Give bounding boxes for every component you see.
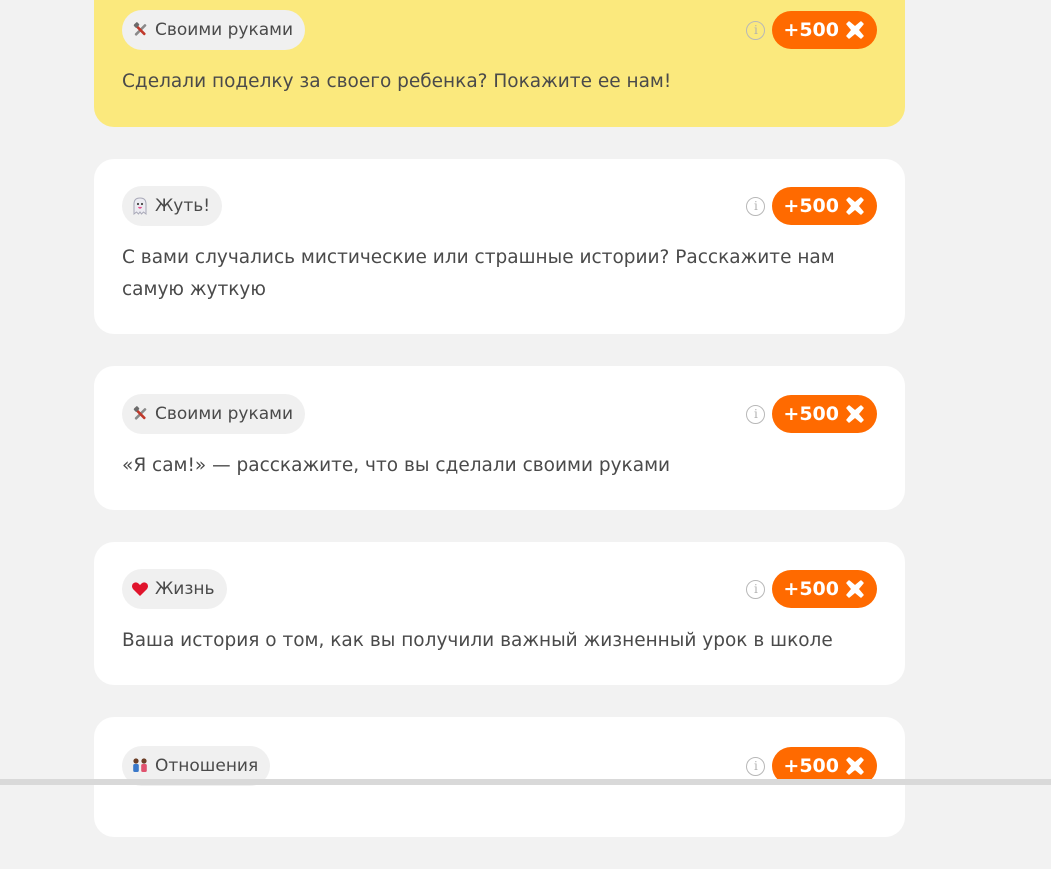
horizontal-scrollbar[interactable] [0, 779, 1051, 785]
reward-label: +500 [783, 578, 839, 600]
card-header: Жизнь i +500 [122, 569, 877, 609]
card-header: Своими руками i +500 [122, 10, 877, 50]
reward-button[interactable]: +500 [772, 187, 877, 225]
topic-card[interactable]: Отношения i +500 [94, 717, 905, 837]
reward-label: +500 [783, 195, 839, 217]
card-actions: i +500 [746, 395, 877, 433]
info-icon[interactable]: i [746, 196, 766, 216]
couple-icon [131, 757, 149, 775]
topic-tag[interactable]: Жуть! [122, 186, 223, 226]
topic-tag-label: Своими руками [155, 19, 294, 40]
reward-button[interactable]: +500 [772, 570, 877, 608]
reward-button[interactable]: +500 [772, 395, 877, 433]
card-header: Жуть! i +500 [122, 186, 877, 226]
topic-tag-label: Жуть! [155, 195, 211, 216]
info-icon[interactable]: i [746, 20, 766, 40]
topic-tag[interactable]: Своими руками [122, 10, 306, 50]
tools-icon [131, 405, 149, 423]
card-actions: i +500 [746, 11, 877, 49]
topics-feed: Своими руками i +500 Сделали поделку за … [94, 0, 905, 869]
topic-prompt: Ваша история о том, как вы получили важн… [122, 630, 833, 651]
info-icon[interactable]: i [746, 579, 766, 599]
topic-tag[interactable]: Своими руками [122, 394, 306, 434]
cross-badge-icon [845, 196, 865, 216]
topic-prompt: Сделали поделку за своего ребенка? Покаж… [122, 71, 672, 92]
ghost-icon [131, 197, 149, 215]
topic-prompt: «Я сам!» — расскажите, что вы сделали св… [122, 455, 671, 476]
cross-badge-icon [845, 404, 865, 424]
topic-card[interactable]: Своими руками i +500 «Я сам!» — расскажи… [94, 366, 905, 510]
topic-tag-label: Жизнь [155, 578, 215, 599]
reward-label: +500 [783, 403, 839, 425]
topic-card[interactable]: Жуть! i +500 С вами случались мистически… [94, 159, 905, 334]
topic-tag[interactable]: Жизнь [122, 569, 227, 609]
reward-label: +500 [783, 19, 839, 41]
topic-card[interactable]: Своими руками i +500 Сделали поделку за … [94, 0, 905, 127]
topic-tag-label: Отношения [155, 755, 259, 776]
cross-badge-icon [845, 20, 865, 40]
topic-card[interactable]: Жизнь i +500 Ваша история о том, как вы … [94, 542, 905, 685]
card-header: Своими руками i +500 [122, 394, 877, 434]
info-icon[interactable]: i [746, 404, 766, 424]
cross-badge-icon [845, 579, 865, 599]
card-actions: i +500 [746, 187, 877, 225]
reward-label: +500 [783, 755, 839, 777]
card-actions: i +500 [746, 570, 877, 608]
info-icon[interactable]: i [746, 756, 766, 776]
reward-button[interactable]: +500 [772, 11, 877, 49]
cross-badge-icon [845, 756, 865, 776]
tools-icon [131, 21, 149, 39]
heart-icon [131, 580, 149, 598]
topic-prompt: С вами случались мистические или страшны… [122, 247, 835, 300]
topic-tag-label: Своими руками [155, 403, 294, 424]
